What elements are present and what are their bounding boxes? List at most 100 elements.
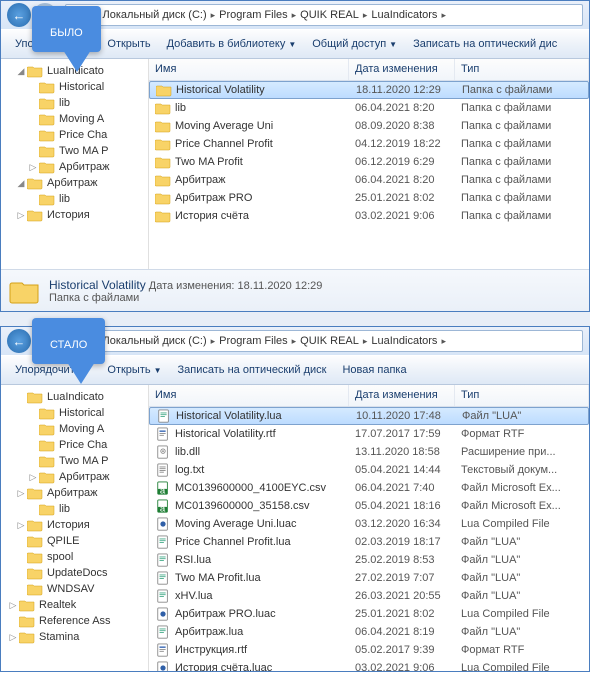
file-type: Файл "LUA" (457, 572, 587, 584)
table-row[interactable]: Арбитраж PRO.luac25.01.2021 8:02Lua Comp… (149, 605, 589, 623)
expand-icon[interactable]: ▷ (7, 600, 19, 611)
nav-back-button[interactable]: ← (7, 3, 31, 27)
folder-tree[interactable]: ◢LuaIndicatoHistoricallibMoving APrice C… (1, 59, 149, 269)
tree-item[interactable]: lib (1, 191, 148, 207)
table-row[interactable]: Price Channel Profit.lua02.03.2019 18:17… (149, 533, 589, 551)
expand-icon[interactable]: ▷ (7, 632, 19, 643)
table-row[interactable]: История счёта03.02.2021 9:06Папка с файл… (149, 207, 589, 225)
file-rows[interactable]: Historical Volatility.lua10.11.2020 17:4… (149, 407, 589, 671)
folder-icon (39, 406, 55, 420)
col-type[interactable]: Тип (455, 385, 589, 406)
new-folder-button[interactable]: Новая папка (334, 360, 414, 380)
folder-icon (27, 390, 43, 404)
tree-item[interactable]: ▷История (1, 517, 148, 533)
file-name: Инструкция.rtf (175, 644, 247, 656)
col-type[interactable]: Тип (455, 59, 589, 80)
breadcrumb-seg[interactable]: Локальный диск (C:) (103, 9, 207, 21)
expand-icon[interactable]: ◢ (15, 178, 27, 189)
burn-button[interactable]: Записать на оптический диск (170, 360, 335, 380)
table-row[interactable]: aMC0139600000_35158.csv05.04.2021 18:16Ф… (149, 497, 589, 515)
table-row[interactable]: Two MA Profit.lua27.02.2019 7:07Файл "LU… (149, 569, 589, 587)
file-type: Lua Compiled File (457, 608, 587, 620)
file-name: Two MA Profit (175, 156, 243, 168)
file-name: Historical Volatility (176, 84, 265, 96)
col-date[interactable]: Дата изменения (349, 385, 455, 406)
tree-item[interactable]: ▷История (1, 207, 148, 223)
tree-item[interactable]: ◢Арбитраж (1, 175, 148, 191)
address-bar[interactable]: ▸ Локальный диск (C:)▸ Program Files▸ QU… (65, 4, 583, 26)
add-to-library-button[interactable]: Добавить в библиотеку▼ (159, 34, 305, 54)
table-row[interactable]: Historical Volatility18.11.2020 12:29Пап… (149, 81, 589, 99)
tree-item[interactable]: Two MA P (1, 453, 148, 469)
tree-item[interactable]: Price Cha (1, 127, 148, 143)
tree-item[interactable]: Historical (1, 79, 148, 95)
tree-item[interactable]: UpdateDocs (1, 565, 148, 581)
folder-icon (39, 144, 55, 158)
share-button[interactable]: Общий доступ▼ (304, 34, 405, 54)
table-row[interactable]: Price Channel Profit04.12.2019 18:22Папк… (149, 135, 589, 153)
nav-back-button[interactable]: ← (7, 329, 31, 353)
folder-tree[interactable]: LuaIndicatoHistoricalMoving APrice ChaTw… (1, 385, 149, 671)
tree-item-label: Price Cha (59, 129, 107, 141)
file-rows[interactable]: Historical Volatility18.11.2020 12:29Пап… (149, 81, 589, 269)
col-name[interactable]: Имя (149, 385, 349, 406)
breadcrumb-seg[interactable]: LuaIndicators (371, 9, 437, 21)
tree-item[interactable]: QPILE (1, 533, 148, 549)
table-row[interactable]: Арбитраж PRO25.01.2021 8:02Папка с файла… (149, 189, 589, 207)
tree-item[interactable]: ▷Арбитраж (1, 485, 148, 501)
column-headers[interactable]: Имя Дата изменения Тип (149, 59, 589, 81)
expand-icon[interactable]: ▷ (15, 210, 27, 221)
table-row[interactable]: Moving Average Uni.luac03.12.2020 16:34L… (149, 515, 589, 533)
expand-icon[interactable]: ▷ (27, 472, 39, 483)
column-headers[interactable]: Имя Дата изменения Тип (149, 385, 589, 407)
breadcrumb-seg[interactable]: Program Files (219, 9, 287, 21)
table-row[interactable]: log.txt05.04.2021 14:44Текстовый докум..… (149, 461, 589, 479)
tree-item[interactable]: LuaIndicato (1, 389, 148, 405)
expand-icon[interactable]: ▷ (15, 488, 27, 499)
tree-item[interactable]: Two MA P (1, 143, 148, 159)
tree-item[interactable]: Price Cha (1, 437, 148, 453)
tree-item[interactable]: WNDSAV (1, 581, 148, 597)
tree-item[interactable]: spool (1, 549, 148, 565)
table-row[interactable]: lib06.04.2021 8:20Папка с файлами (149, 99, 589, 117)
breadcrumb-seg[interactable]: Локальный диск (C:) (103, 335, 207, 347)
tree-item[interactable]: Moving A (1, 421, 148, 437)
table-row[interactable]: Инструкция.rtf05.02.2017 9:39Формат RTF (149, 641, 589, 659)
tree-item[interactable]: ▷Арбитраж (1, 159, 148, 175)
expand-icon[interactable]: ▷ (15, 520, 27, 531)
table-row[interactable]: Two MA Profit06.12.2019 6:29Папка с файл… (149, 153, 589, 171)
table-row[interactable]: История счёта.luac03.02.2021 9:06Lua Com… (149, 659, 589, 671)
breadcrumb-seg[interactable]: LuaIndicators (371, 335, 437, 347)
file-list-pane: Имя Дата изменения Тип Historical Volati… (149, 385, 589, 671)
tree-item[interactable]: ▷Stamina (1, 629, 148, 645)
breadcrumb-seg[interactable]: QUIK REAL (300, 9, 359, 21)
tree-item[interactable]: Historical (1, 405, 148, 421)
table-row[interactable]: xHV.lua26.03.2021 20:55Файл "LUA" (149, 587, 589, 605)
table-row[interactable]: Арбитраж06.04.2021 8:20Папка с файлами (149, 171, 589, 189)
address-bar[interactable]: ▸ Локальный диск (C:)▸ Program Files▸ QU… (65, 330, 583, 352)
expand-icon[interactable]: ▷ (27, 162, 39, 173)
burn-button[interactable]: Записать на оптический дис (405, 34, 565, 54)
breadcrumb-seg[interactable]: Program Files (219, 335, 287, 347)
tree-item[interactable]: lib (1, 95, 148, 111)
tree-item[interactable]: ▷Realtek (1, 597, 148, 613)
table-row[interactable]: Historical Volatility.rtf17.07.2017 17:5… (149, 425, 589, 443)
tree-item[interactable]: Moving A (1, 111, 148, 127)
table-row[interactable]: Арбитраж.lua06.04.2021 8:19Файл "LUA" (149, 623, 589, 641)
details-meta-label: Дата изменения: (149, 280, 235, 292)
expand-icon[interactable]: ◢ (15, 66, 27, 77)
breadcrumb-seg[interactable]: QUIK REAL (300, 335, 359, 347)
table-row[interactable]: aMC0139600000_4100EYC.csv06.04.2021 7:40… (149, 479, 589, 497)
tree-item[interactable]: ▷Арбитраж (1, 469, 148, 485)
table-row[interactable]: Moving Average Uni08.09.2020 8:38Папка с… (149, 117, 589, 135)
folder-icon (39, 422, 55, 436)
table-row[interactable]: Historical Volatility.lua10.11.2020 17:4… (149, 407, 589, 425)
col-name[interactable]: Имя (149, 59, 349, 80)
open-button[interactable]: Открыть▼ (99, 360, 169, 380)
tree-item[interactable]: Reference Ass (1, 613, 148, 629)
open-button[interactable]: Открыть (99, 34, 158, 54)
tree-item[interactable]: lib (1, 501, 148, 517)
table-row[interactable]: lib.dll13.11.2020 18:58Расширение при... (149, 443, 589, 461)
table-row[interactable]: RSI.lua25.02.2019 8:53Файл "LUA" (149, 551, 589, 569)
col-date[interactable]: Дата изменения (349, 59, 455, 80)
